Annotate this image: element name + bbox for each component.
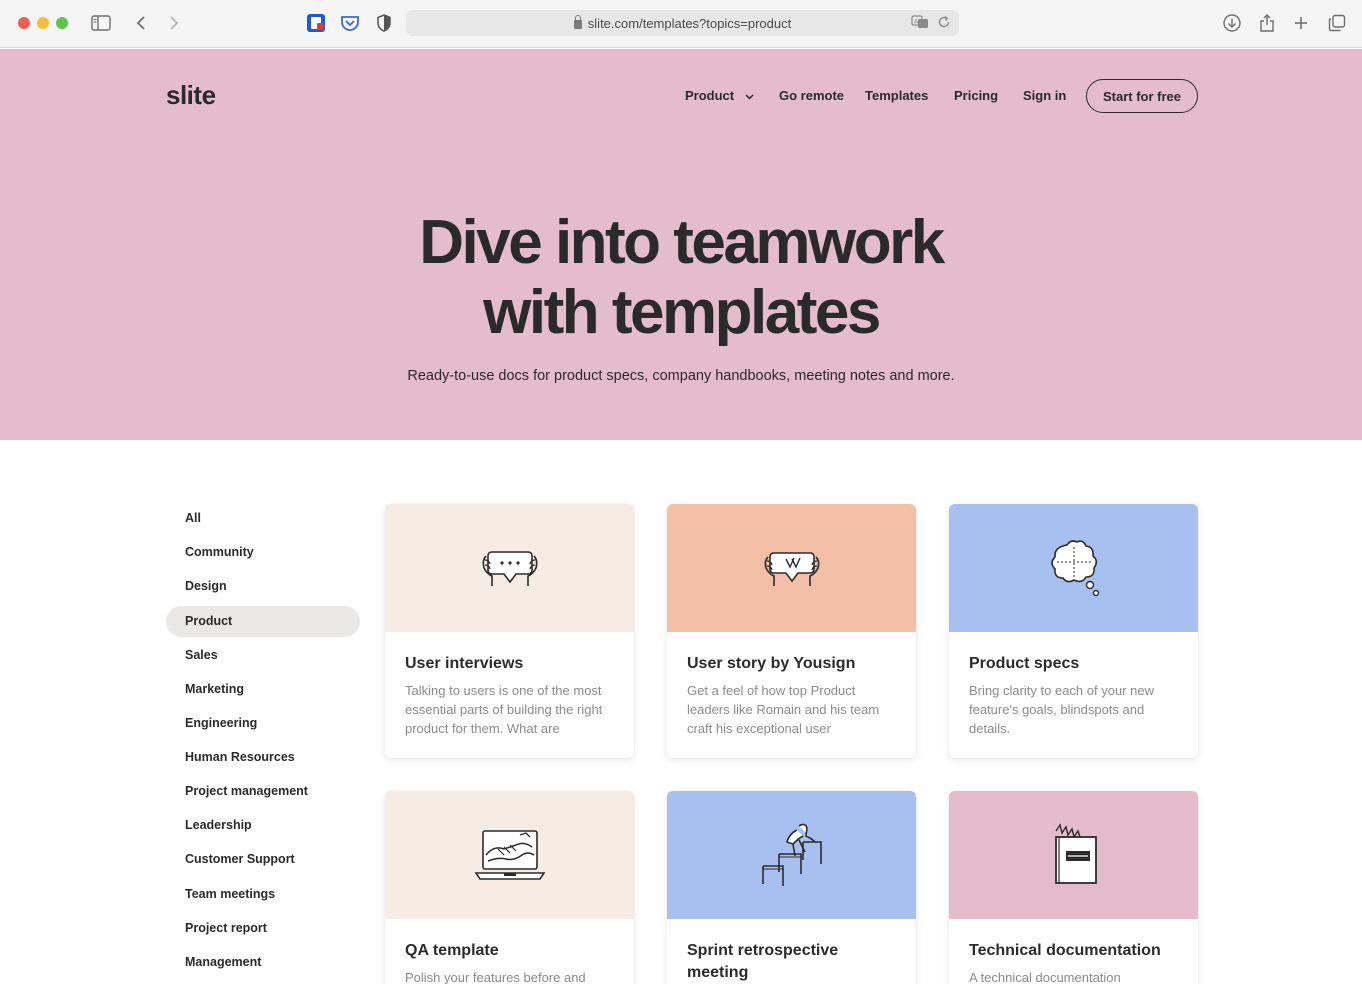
card-description: Bring clarity to each of your new featur… bbox=[969, 683, 1154, 736]
template-card-user-interviews[interactable]: User interviews Talking to users is one … bbox=[385, 504, 634, 758]
book-icon bbox=[1054, 823, 1097, 884]
bitwarden-extension-icon[interactable] bbox=[305, 12, 327, 34]
hands-holding-speech-bubble-icon bbox=[482, 551, 537, 586]
card-illustration bbox=[385, 504, 634, 632]
template-card-product-specs[interactable]: Product specs Bring clarity to each of y… bbox=[949, 504, 1198, 758]
card-illustration bbox=[385, 791, 634, 919]
nav-product[interactable]: Product bbox=[685, 88, 754, 103]
card-description: Polish your features before and bbox=[405, 970, 586, 984]
sidebar-item-marketing[interactable]: Marketing bbox=[166, 674, 360, 705]
address-bar[interactable]: slite.com/templates?topics=product A bbox=[406, 10, 959, 36]
sidebar-item-product[interactable]: Product bbox=[166, 606, 360, 637]
nav-sign-in[interactable]: Sign in bbox=[1023, 88, 1066, 103]
sidebar-item-human-resources[interactable]: Human Resources bbox=[166, 742, 360, 773]
minimize-window-button[interactable] bbox=[37, 17, 49, 29]
card-title: User interviews bbox=[405, 655, 524, 672]
card-title: Technical documentation bbox=[969, 942, 1161, 959]
card-description: A technical documentation bbox=[969, 970, 1121, 984]
card-illustration bbox=[949, 504, 1198, 632]
card-title: Product specs bbox=[969, 655, 1080, 672]
card-description: Talking to users is one of the most esse… bbox=[405, 683, 603, 736]
address-bar-url: slite.com/templates?topics=product bbox=[587, 15, 792, 31]
hero-subtitle: Ready-to-use docs for product specs, com… bbox=[407, 368, 955, 384]
sidebar-toggle-icon[interactable] bbox=[90, 12, 112, 34]
card-description bbox=[687, 968, 899, 984]
thought-bubble-icon bbox=[1050, 540, 1099, 597]
card-description: Get a feel of how top Product leaders li… bbox=[687, 683, 880, 736]
template-card-user-story-by-yousign[interactable]: User story by Yousign Get a feel of how … bbox=[667, 504, 916, 758]
hands-holding-signature-icon bbox=[764, 552, 819, 586]
reload-icon[interactable] bbox=[937, 14, 951, 33]
nav-go-remote[interactable]: Go remote bbox=[779, 88, 844, 103]
sidebar-item-customer-support[interactable]: Customer Support bbox=[166, 844, 360, 875]
translate-icon[interactable]: A bbox=[911, 14, 929, 33]
nav-product-label: Product bbox=[685, 88, 735, 103]
shield-extension-icon[interactable] bbox=[373, 12, 395, 34]
sidebar-item-community[interactable]: Community bbox=[166, 537, 360, 568]
zoom-window-button[interactable] bbox=[56, 17, 68, 29]
card-title: User story by Yousign bbox=[687, 655, 856, 672]
template-card-technical-documentation[interactable]: Technical documentation A technical docu… bbox=[949, 791, 1198, 984]
share-icon[interactable] bbox=[1256, 12, 1278, 34]
sidebar-item-management[interactable]: Management bbox=[166, 947, 360, 978]
start-for-free-button[interactable]: Start for free bbox=[1086, 79, 1198, 113]
hero-title-line-2: with templates bbox=[483, 278, 881, 347]
nav-templates[interactable]: Templates bbox=[865, 88, 928, 103]
card-title: QA template bbox=[405, 942, 499, 959]
downloads-icon[interactable] bbox=[1221, 12, 1243, 34]
pocket-extension-icon[interactable] bbox=[339, 12, 361, 34]
sidebar-item-leadership[interactable]: Leadership bbox=[166, 810, 360, 841]
tab-overview-icon[interactable] bbox=[1326, 12, 1348, 34]
lock-icon bbox=[573, 14, 582, 29]
laptop-handshake-icon bbox=[474, 830, 545, 880]
chevron-down-icon bbox=[745, 94, 754, 100]
nav-pricing[interactable]: Pricing bbox=[954, 88, 998, 103]
sidebar-item-project-report[interactable]: Project report bbox=[166, 913, 360, 944]
hero-title-line-1: Dive into teamwork bbox=[419, 208, 945, 277]
sidebar-item-sales[interactable]: Sales bbox=[166, 640, 360, 671]
sidebar-item-engineering[interactable]: Engineering bbox=[166, 708, 360, 739]
card-illustration bbox=[667, 504, 916, 632]
new-tab-icon[interactable] bbox=[1290, 12, 1312, 34]
hero-title: Dive into teamwork with templates bbox=[0, 208, 1362, 348]
back-icon[interactable] bbox=[130, 12, 152, 34]
slite-logo[interactable]: slite bbox=[166, 80, 216, 111]
sidebar-item-project-management[interactable]: Project management bbox=[166, 776, 360, 807]
template-card-qa-template[interactable]: QA template Polish your features before … bbox=[385, 791, 634, 984]
sidebar-item-all[interactable]: All bbox=[166, 503, 360, 534]
card-illustration bbox=[667, 791, 916, 919]
sidebar-item-design[interactable]: Design bbox=[166, 571, 360, 602]
card-illustration bbox=[949, 791, 1198, 919]
hurdles-runner-icon bbox=[761, 823, 822, 886]
template-card-sprint-retrospective-meeting[interactable]: Sprint retrospective meeting bbox=[667, 791, 916, 984]
sidebar-item-team-meetings[interactable]: Team meetings bbox=[166, 879, 360, 910]
forward-icon[interactable] bbox=[163, 12, 185, 34]
browser-toolbar: slite.com/templates?topics=product A bbox=[0, 0, 1362, 48]
close-window-button[interactable] bbox=[18, 17, 30, 29]
